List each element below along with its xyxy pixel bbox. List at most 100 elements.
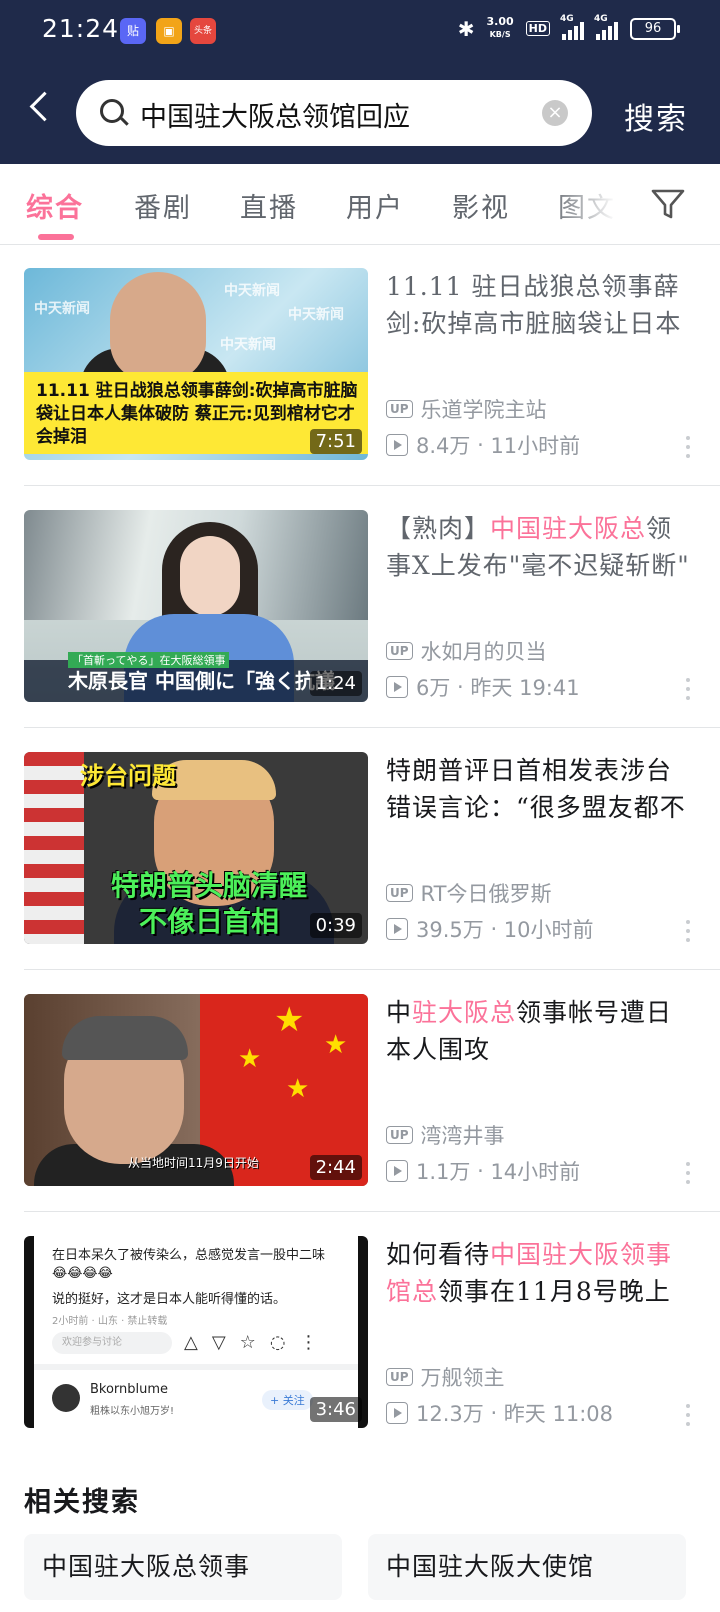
video-thumbnail[interactable]: 涉台问题 特朗普头脑清醒 不像日首相 0:39: [24, 752, 368, 944]
thumb-caption-top: 「首斬ってやる」在大阪総領事: [68, 652, 230, 668]
related-search-item[interactable]: 中国驻大阪总领事: [24, 1534, 342, 1600]
video-title[interactable]: 11.11 驻日战狼总领事薛剑:砍掉高市脏脑袋让日本人集体破防 蔡正元:见到棺材…: [386, 268, 696, 342]
play-count-icon: [386, 918, 408, 940]
video-stats: 8.4万 · 11小时前: [386, 430, 580, 460]
thumb-watermark: 中天新闻: [288, 307, 344, 323]
video-thumbnail[interactable]: ★ ★ ★ ★ 从当地时间11月9日开始 2:44: [24, 994, 368, 1186]
more-options-icon[interactable]: [686, 920, 690, 944]
notification-app-icon: ▣: [156, 18, 182, 44]
more-options-icon[interactable]: [686, 1404, 690, 1428]
network-speed: 3.00 KB/S: [486, 15, 514, 40]
uploader-name: 万舰领主: [420, 1366, 505, 1390]
uploader[interactable]: UP 湾湾井事: [386, 1120, 505, 1150]
publish-time: 11小时前: [490, 434, 581, 458]
thumb-username: Bkornblume: [90, 1382, 169, 1397]
video-duration: 0:39: [309, 913, 362, 938]
thumb-watermark: 中天新闻: [220, 337, 276, 353]
thumb-flag: [24, 752, 84, 944]
status-icons: ✱ 3.00 KB/S HD 4G 4G 96: [457, 14, 680, 41]
video-duration: 2:44: [309, 1155, 362, 1180]
thumb-watermark: 中天新闻: [224, 283, 280, 299]
tab-users[interactable]: 用户: [346, 186, 404, 225]
video-duration: 1:24: [309, 671, 362, 696]
clear-icon[interactable]: ×: [542, 100, 568, 126]
thumb-post-line: 😂😂😂😂: [52, 1266, 113, 1281]
thumb-post-line: 说的挺好，这才是日本人能听得懂的话。: [52, 1292, 287, 1307]
video-thumbnail[interactable]: 中天新闻 中天新闻 中天新闻 中天新闻 11.11 驻日战狼总领事薛剑:砍掉高市…: [24, 268, 368, 460]
tab-comprehensive[interactable]: 综合: [26, 186, 84, 225]
divider: [34, 1364, 358, 1370]
video-stats: 6万 · 昨天 19:41: [386, 672, 580, 702]
filter-icon[interactable]: [650, 186, 686, 222]
video-stats: 12.3万 · 昨天 11:08: [386, 1398, 613, 1428]
uploader[interactable]: UP 万舰领主: [386, 1362, 505, 1392]
thumb-tag: 涉台问题: [80, 762, 176, 790]
tab-indicator: [38, 234, 74, 240]
thumb-action-icons: △▽☆◌⋮: [184, 1332, 332, 1353]
back-icon[interactable]: [29, 91, 60, 122]
thumb-follow: + 关注: [262, 1390, 313, 1410]
thumb-figure: [180, 536, 240, 616]
search-input[interactable]: 中国驻大阪总领馆回应 ×: [76, 80, 592, 146]
star-icon: ★: [286, 1074, 310, 1104]
video-thumbnail[interactable]: 在日本呆久了被传染么，总感觉发言一股中二味 😂😂😂😂 说的挺好，这才是日本人能听…: [24, 1236, 368, 1428]
uploader[interactable]: UP 乐道学院主站: [386, 394, 547, 424]
thumb-watermark: 中天新闻: [34, 301, 90, 317]
video-result-2[interactable]: 木原長官 中国側に「強く抗議 「首斬ってやる」在大阪総領事 1:24 【熟肉】中…: [0, 486, 720, 728]
video-duration: 7:51: [309, 429, 362, 454]
publish-time: 14小时前: [490, 1160, 581, 1184]
tab-film[interactable]: 影视: [452, 186, 510, 225]
video-title[interactable]: 如何看待中国驻大阪领事馆总领事在11月8号晚上发布的推文: [386, 1236, 696, 1310]
video-title[interactable]: 特朗普评日首相发表涉台错误言论：“很多盟友都不是朋友”: [386, 752, 696, 826]
status-time: 21:24: [42, 14, 120, 43]
thumb-figure: [110, 272, 206, 382]
video-result-1[interactable]: 中天新闻 中天新闻 中天新闻 中天新闻 11.11 驻日战狼总领事薛剑:砍掉高市…: [0, 244, 720, 486]
up-badge-icon: UP: [386, 1126, 413, 1144]
video-result-5[interactable]: 在日本呆久了被传染么，总感觉发言一股中二味 😂😂😂😂 说的挺好，这才是日本人能听…: [0, 1212, 720, 1454]
uploader[interactable]: UP 水如月的贝当: [386, 636, 547, 666]
tab-bar: 综合 番剧 直播 用户 影视 图文: [0, 164, 720, 245]
video-stats: 1.1万 · 14小时前: [386, 1156, 580, 1186]
search-query[interactable]: 中国驻大阪总领馆回应: [140, 95, 410, 134]
play-count-icon: [386, 676, 408, 698]
more-options-icon[interactable]: [686, 1162, 690, 1186]
header: 21:24 贴 ▣ 头条 ✱ 3.00 KB/S HD 4G 4G 96 中国驻大…: [0, 0, 720, 164]
uploader-name: 湾湾井事: [420, 1124, 505, 1148]
thumb-subtitle: 从当地时间11月9日开始: [128, 1156, 259, 1170]
battery-icon: 96: [630, 17, 680, 40]
up-badge-icon: UP: [386, 884, 413, 902]
search-button[interactable]: 搜索: [624, 94, 688, 138]
status-bar: 21:24 贴 ▣ 头条 ✱ 3.00 KB/S HD 4G 4G 96: [0, 0, 720, 64]
up-badge-icon: UP: [386, 1368, 413, 1386]
more-options-icon[interactable]: [686, 436, 690, 460]
thumb-comment-input: 欢迎参与讨论: [52, 1332, 172, 1354]
uploader-name: 乐道学院主站: [420, 398, 547, 422]
notification-toutiao-icon: 头条: [190, 18, 216, 44]
signal-1-icon: 4G: [560, 14, 584, 40]
video-title[interactable]: 【熟肉】中国驻大阪总领事X上发布"毫不迟疑斩断": [386, 510, 696, 584]
uploader[interactable]: UP RT今日俄罗斯: [386, 878, 551, 908]
star-icon: ★: [324, 1030, 348, 1060]
thumb-post-meta: 2小时前 · 山东 · 禁止转载: [52, 1316, 168, 1327]
view-count: 6万: [416, 676, 451, 700]
uploader-name: 水如月的贝当: [420, 640, 547, 664]
signal-2-icon: 4G: [594, 14, 618, 40]
video-result-4[interactable]: ★ ★ ★ ★ 从当地时间11月9日开始 2:44 中驻大阪总领事帐号遭日本人围…: [0, 970, 720, 1212]
view-count: 12.3万: [416, 1402, 484, 1426]
thumb-figure: [62, 1016, 188, 1060]
video-thumbnail[interactable]: 木原長官 中国側に「強く抗議 「首斬ってやる」在大阪総領事 1:24: [24, 510, 368, 702]
video-result-3[interactable]: 涉台问题 特朗普头脑清醒 不像日首相 0:39 特朗普评日首相发表涉台错误言论：…: [0, 728, 720, 970]
view-count: 1.1万: [416, 1160, 471, 1184]
play-count-icon: [386, 1402, 408, 1424]
video-duration: 3:46: [309, 1397, 362, 1422]
tab-anime[interactable]: 番剧: [134, 186, 192, 225]
more-options-icon[interactable]: [686, 678, 690, 702]
hd-voice-icon: HD: [525, 21, 550, 36]
tab-live[interactable]: 直播: [240, 186, 298, 225]
thumb-text-2: 不像日首相: [138, 905, 279, 938]
video-title[interactable]: 中驻大阪总领事帐号遭日本人围攻: [386, 994, 696, 1068]
view-count: 8.4万: [416, 434, 471, 458]
thumb-text-1: 特朗普头脑清醒: [110, 869, 307, 902]
related-search-item[interactable]: 中国驻大阪大使馆: [368, 1534, 686, 1600]
bluetooth-icon: ✱: [457, 16, 475, 41]
